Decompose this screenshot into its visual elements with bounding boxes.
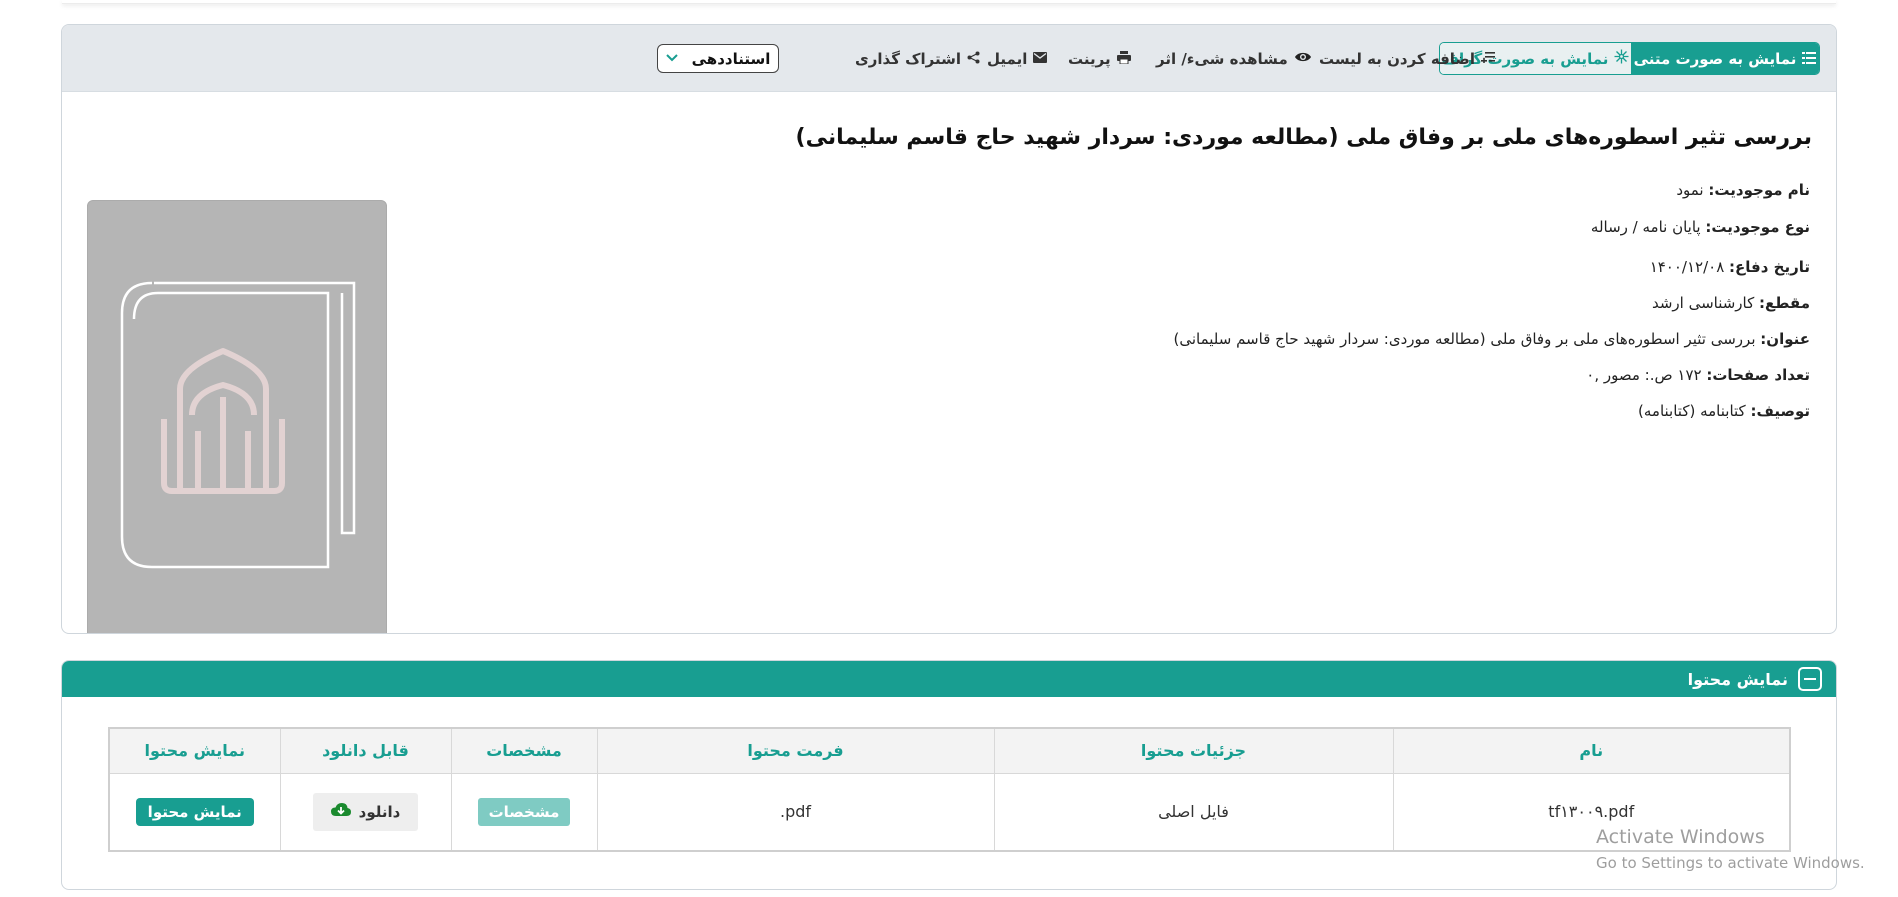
field-entity-type: نوع موجودیت: پایان نامه / رساله xyxy=(1591,218,1810,236)
field-label: نوع موجودیت: xyxy=(1705,218,1810,236)
field-label: تاریخ دفاع: xyxy=(1729,258,1810,276)
cite-label: استناددهی xyxy=(691,49,771,68)
share-label: اشتراک گذاری xyxy=(855,50,961,68)
field-entity-name: نام موجودیت: نمود xyxy=(1676,181,1810,199)
list-icon xyxy=(1802,50,1817,68)
print-button[interactable]: پرینت xyxy=(1068,49,1131,69)
download-button[interactable]: دانلود xyxy=(312,792,419,831)
add-to-list-label: اضافه کردن به لیست xyxy=(1319,50,1476,68)
windows-activation-watermark: Activate Windows Go to Settings to activ… xyxy=(1596,826,1865,872)
graph-icon xyxy=(1614,49,1629,68)
field-page-count: تعداد صفحات: ۱۷۲ ص.: مصور ,۰ xyxy=(1586,366,1810,384)
show-content-button[interactable]: نمایش محتوا xyxy=(135,797,254,826)
view-mode-toggle: نمایش به صورت متنی نمایش به صورت گراف xyxy=(1439,42,1820,75)
view-text-label: نمایش به صورت متنی xyxy=(1633,49,1797,68)
field-label: عنوان: xyxy=(1760,330,1810,348)
field-value: پایان نامه / رساله xyxy=(1590,218,1701,236)
view-object-button[interactable]: مشاهده شیء/ اثر xyxy=(1156,49,1312,69)
field-value: ۱۷۲ ص.: مصور ,۰ xyxy=(1586,366,1702,384)
field-value: بررسی تثیر اسطوره‌های ملی بر وفاق ملی (م… xyxy=(1173,330,1756,348)
download-label: دانلود xyxy=(358,802,401,821)
cell-details: فایل اصلی xyxy=(993,773,1393,851)
record-toolbar: نمایش به صورت متنی نمایش به صورت گراف اض… xyxy=(62,25,1836,92)
record-panel: نمایش به صورت متنی نمایش به صورت گراف اض… xyxy=(61,24,1837,634)
share-icon xyxy=(967,51,980,68)
playlist-add-icon xyxy=(1481,51,1496,67)
col-header-show-content: نمایش محتوا xyxy=(109,728,280,774)
watermark-line-1: Activate Windows xyxy=(1596,826,1765,848)
field-label: توصیف: xyxy=(1750,402,1810,420)
field-description: توصیف: کتابنامه (کتابنامه) xyxy=(1638,402,1810,420)
field-value: کتابنامه (کتابنامه) xyxy=(1638,402,1746,420)
top-panel-edge xyxy=(62,0,1836,4)
print-label: پرینت xyxy=(1068,50,1111,68)
chevron-down-icon xyxy=(665,51,678,66)
watermark-line-2: Go to Settings to activate Windows. xyxy=(1596,854,1865,872)
content-panel-title: نمایش محتوا xyxy=(1687,669,1788,689)
field-label: نام موجودیت: xyxy=(1708,181,1810,199)
col-header-downloadable: قابل دانلود xyxy=(279,728,451,774)
cite-dropdown[interactable]: استناددهی xyxy=(657,44,779,73)
specs-button[interactable]: مشخصات xyxy=(477,797,571,826)
col-header-specs: مشخصات xyxy=(450,728,597,774)
field-title: عنوان: بررسی تثیر اسطوره‌های ملی بر وفاق… xyxy=(1173,330,1810,348)
book-cover-placeholder xyxy=(87,200,387,633)
cell-format: pdf. xyxy=(596,773,994,851)
content-panel: نمایش محتوا نام جزئیات محتوا فرمت محتوا … xyxy=(61,660,1837,890)
content-panel-header[interactable]: نمایش محتوا xyxy=(62,661,1836,697)
cell-download: دانلود xyxy=(279,773,451,851)
field-label: تعداد صفحات: xyxy=(1706,366,1810,384)
col-header-name: نام xyxy=(1392,728,1790,774)
printer-icon xyxy=(1116,50,1131,68)
envelope-icon xyxy=(1033,51,1048,67)
email-button[interactable]: ایمیل xyxy=(987,49,1048,69)
content-table: نام جزئیات محتوا فرمت محتوا مشخصات قابل … xyxy=(108,727,1791,852)
field-value: ۱۴۰۰/۱۲/۰۸ xyxy=(1649,258,1725,276)
add-to-list-button[interactable]: اضافه کردن به لیست xyxy=(1319,49,1496,69)
collapse-minus-icon[interactable] xyxy=(1798,667,1822,691)
col-header-format: فرمت محتوا xyxy=(596,728,994,774)
record-body: بررسی تثیر اسطوره‌های ملی بر وفاق ملی (م… xyxy=(62,92,1836,633)
col-header-details: جزئیات محتوا xyxy=(993,728,1393,774)
share-button[interactable]: اشتراک گذاری xyxy=(855,49,980,69)
email-label: ایمیل xyxy=(987,50,1028,68)
table-row: tf۱۳۰۰۹.pdf فایل اصلی pdf. مشخصات دانلود… xyxy=(109,773,1790,851)
eye-icon xyxy=(1294,51,1312,67)
field-degree: مقطع: کارشناسی ارشد xyxy=(1652,294,1810,312)
cloud-download-icon xyxy=(330,802,351,821)
view-text-button[interactable]: نمایش به صورت متنی xyxy=(1631,43,1819,74)
field-label: مقطع: xyxy=(1759,294,1810,312)
record-title: بررسی تثیر اسطوره‌های ملی بر وفاق ملی (م… xyxy=(795,125,1812,150)
field-value: کارشناسی ارشد xyxy=(1651,294,1755,312)
book-mosque-icon xyxy=(120,281,356,569)
cell-specs: مشخصات xyxy=(450,773,597,851)
table-header-row: نام جزئیات محتوا فرمت محتوا مشخصات قابل … xyxy=(109,728,1790,774)
field-defense-date: تاریخ دفاع: ۱۴۰۰/۱۲/۰۸ xyxy=(1650,258,1810,276)
field-value: نمود xyxy=(1676,181,1704,199)
view-object-label: مشاهده شیء/ اثر xyxy=(1156,50,1288,68)
cell-show-content: نمایش محتوا xyxy=(109,773,280,851)
